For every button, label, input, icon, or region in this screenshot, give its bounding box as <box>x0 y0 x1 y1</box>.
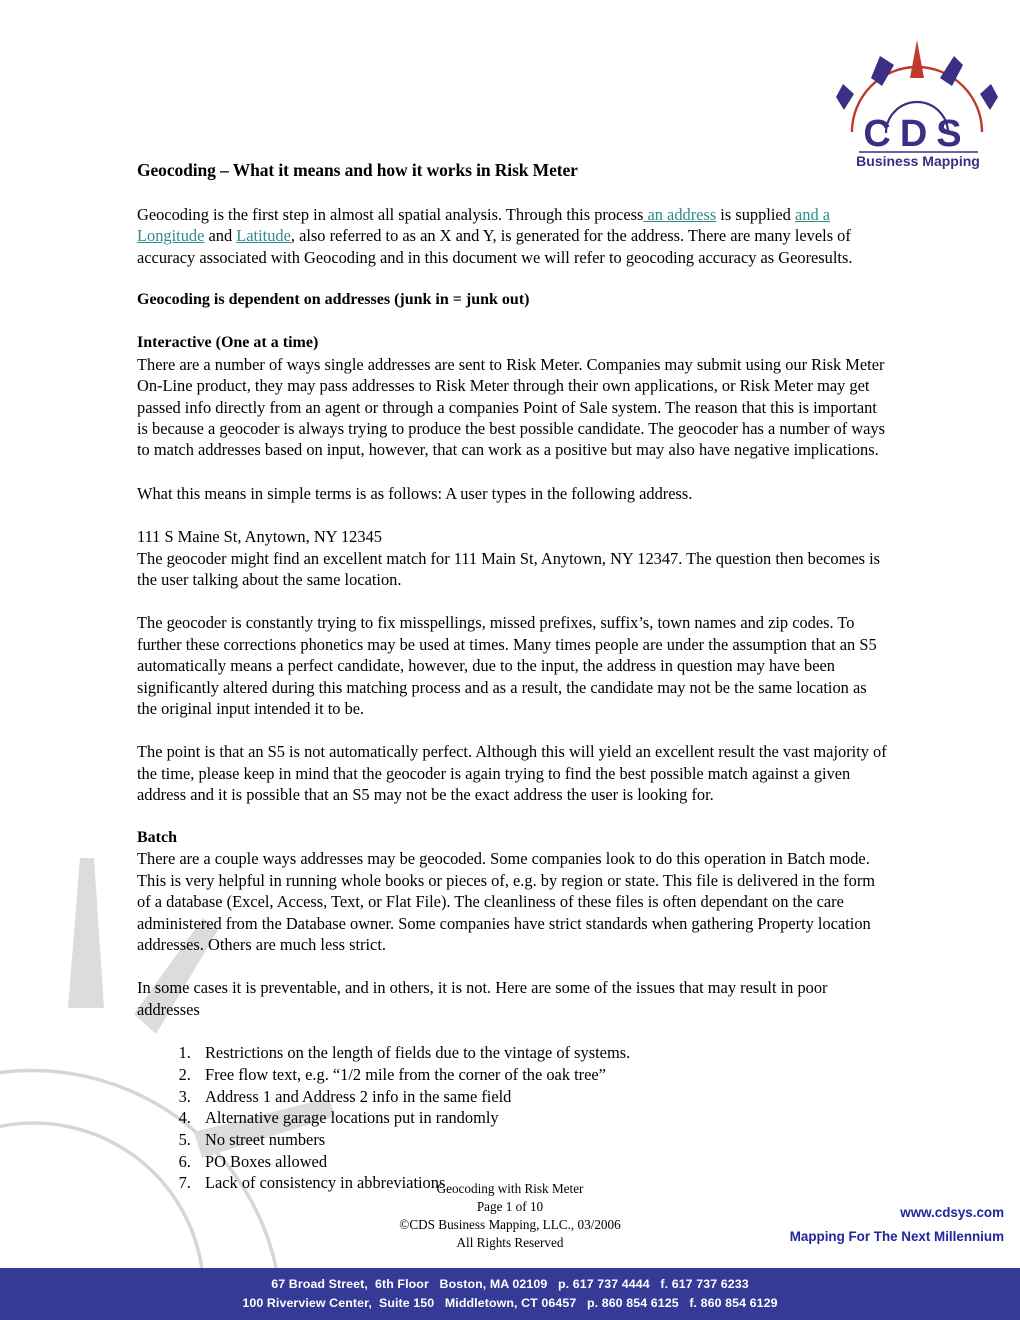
list-item: Restrictions on the length of fields due… <box>195 1042 887 1064</box>
intro-segment-1: Geocoding is the first step in almost al… <box>137 204 644 224</box>
paragraph-misspellings: The geocoder is constantly trying to fix… <box>137 613 877 718</box>
intro-paragraph: Geocoding is the first step in almost al… <box>137 204 887 268</box>
issues-list: Restrictions on the length of fields due… <box>137 1042 887 1194</box>
list-item: Free flow text, e.g. “1/2 mile from the … <box>195 1064 887 1086</box>
page-title: Geocoding – What it means and how it wor… <box>137 160 578 180</box>
intro-segment-2: is supplied <box>716 204 795 224</box>
paragraph-s5-point: The point is that an S5 is not automatic… <box>137 742 887 805</box>
logo-wordmark: CDS <box>863 113 970 155</box>
heading-geocoding-dependent: Geocoding is dependent on addresses (jun… <box>137 291 530 309</box>
cds-business-mapping-logo: CDS Business Mapping <box>836 40 998 169</box>
heading-batch: Batch <box>137 828 177 846</box>
contact-address-boston: 67 Broad Street, 6th Floor Boston, MA 02… <box>271 1276 749 1291</box>
logo-tagline: Business Mapping <box>856 153 980 169</box>
footer-website-link[interactable]: www.cdsys.com <box>790 1205 1004 1220</box>
contact-address-middletown: 100 Riverview Center, Suite 150 Middleto… <box>242 1296 778 1310</box>
paragraph-interactive: There are a number of ways single addres… <box>137 354 885 460</box>
paragraph-simple-terms: What this means in simple terms is as fo… <box>137 483 693 503</box>
paragraph-preventable: In some cases it is preventable, and in … <box>137 978 828 1019</box>
document-page: CDS Business Mapping Geocoding – What it… <box>0 0 1020 1320</box>
logo-ray-right-outer <box>980 84 998 110</box>
footer-tagline: Mapping For The Next Millennium <box>789 1229 1004 1244</box>
list-item: Alternative garage locations put in rand… <box>195 1107 887 1129</box>
heading-interactive: Interactive (One at a time) <box>137 333 319 351</box>
logo-ray-center <box>910 40 924 78</box>
list-item: PO Boxes allowed <box>195 1151 887 1173</box>
document-body: Geocoding – What it means and how it wor… <box>137 160 887 1194</box>
list-item: Address 1 and Address 2 info in the same… <box>195 1086 887 1108</box>
paragraph-batch: There are a couple ways addresses may be… <box>137 849 876 955</box>
footer-document-name: Geocoding with Risk Meter <box>436 1181 584 1196</box>
intro-segment-3: and <box>204 226 237 246</box>
paragraph-example-result: The geocoder might find an excellent mat… <box>137 548 881 589</box>
logo-ray-left-outer <box>836 84 854 110</box>
inserted-text-latitude: Latitude <box>236 226 291 246</box>
footer-brand-block: www.cdsys.com Mapping For The Next Mille… <box>790 1205 1004 1244</box>
example-address: 111 S Maine St, Anytown, NY 12345 <box>137 527 382 547</box>
inserted-text-an-address: an address <box>643 204 717 224</box>
list-item: No street numbers <box>195 1129 887 1151</box>
contact-bar: 67 Broad Street, 6th Floor Boston, MA 02… <box>0 1268 1020 1320</box>
